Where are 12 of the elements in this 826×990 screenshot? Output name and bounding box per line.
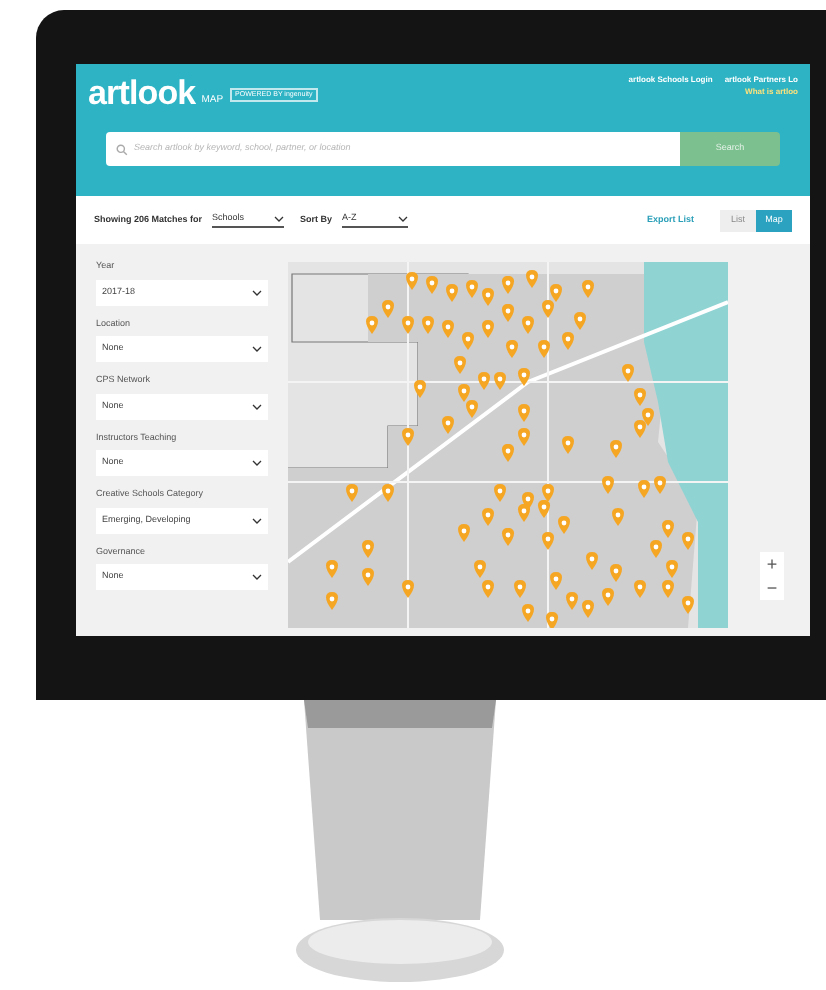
- chevron-down-icon: [252, 403, 262, 409]
- chevron-down-icon: [252, 574, 262, 580]
- zoom-out-button[interactable]: −: [760, 576, 784, 600]
- chevron-down-icon: [252, 289, 262, 295]
- search-icon: [116, 143, 128, 155]
- chevron-down-icon: [274, 216, 285, 222]
- chevron-down-icon: [252, 346, 262, 352]
- chevron-down-icon: [252, 517, 262, 523]
- chevron-down-icon: [252, 460, 262, 466]
- zoom-in-button[interactable]: +: [760, 552, 784, 576]
- logo: artlook: [88, 76, 196, 110]
- chevron-down-icon: [398, 216, 409, 222]
